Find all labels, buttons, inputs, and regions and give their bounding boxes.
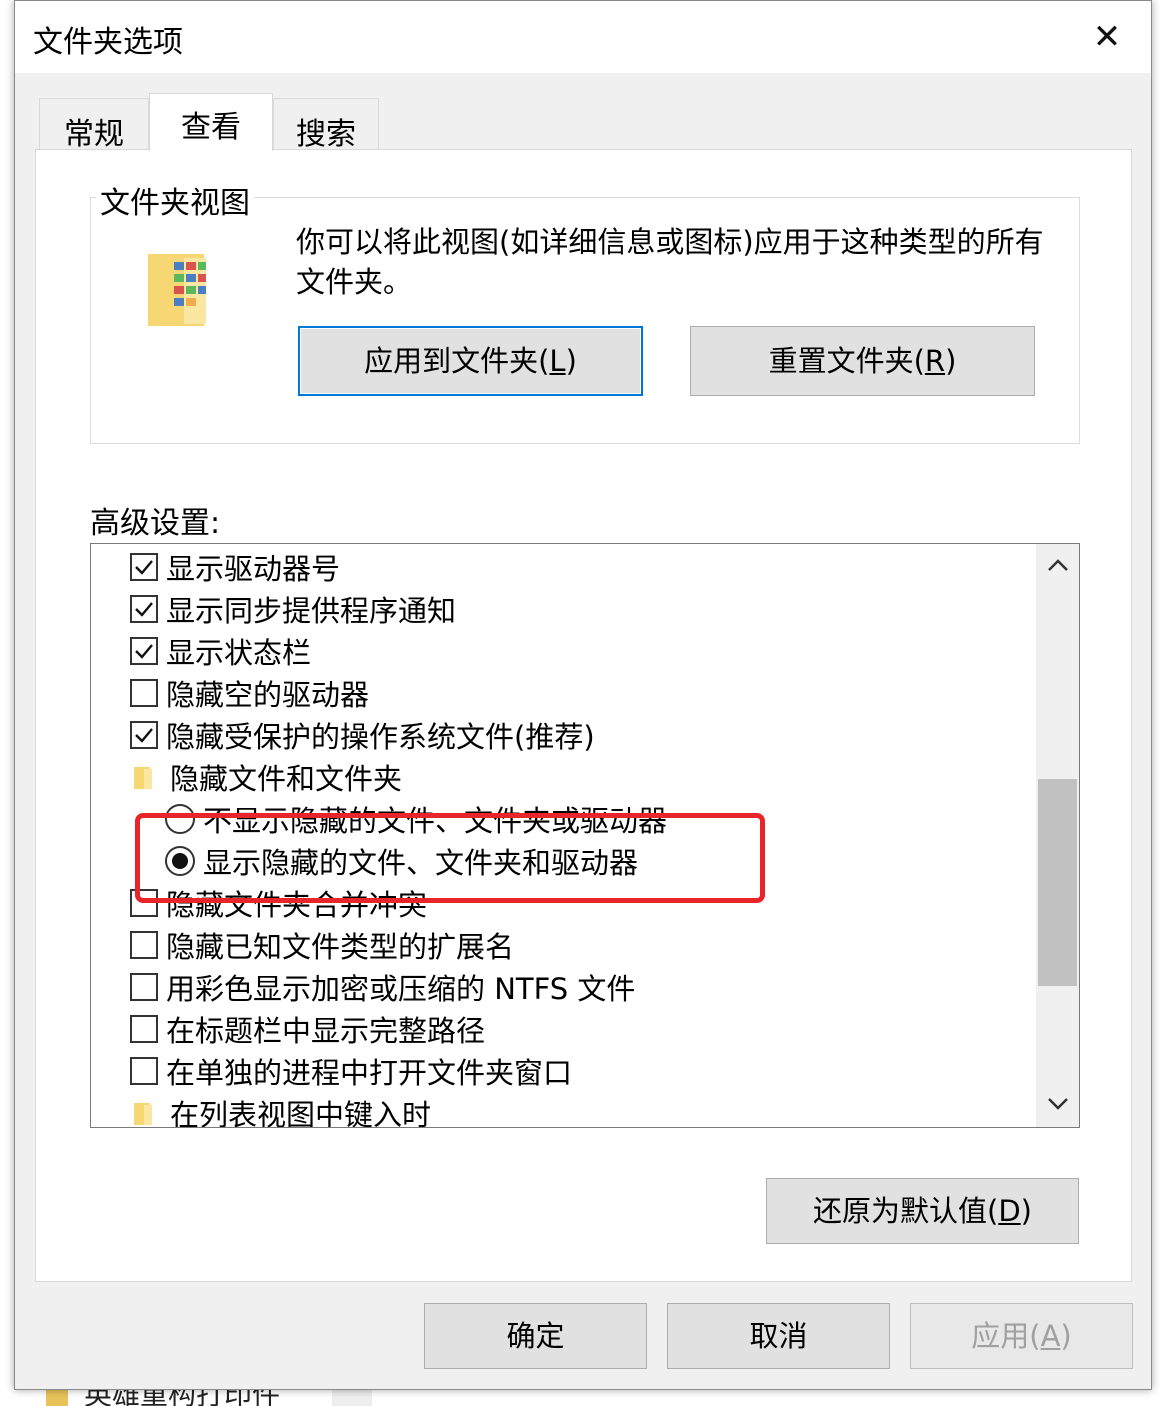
title-bar: 文件夹选项 ✕ [15, 1, 1151, 73]
list-item-label: 隐藏文件夹合并冲突 [166, 888, 428, 922]
list-item[interactable]: 隐藏受保护的操作系统文件(推荐) [130, 714, 595, 756]
list-item-label: 隐藏受保护的操作系统文件(推荐) [166, 720, 595, 754]
scroll-down-icon[interactable] [1036, 1083, 1079, 1127]
list-item-group: 隐藏文件和文件夹 [130, 756, 402, 798]
folder-views-description: 你可以将此视图(如详细信息或图标)应用于这种类型的所有文件夹。 [296, 225, 1044, 299]
list-item-label: 隐藏空的驱动器 [166, 678, 370, 712]
list-item[interactable]: 显示隐藏的文件、文件夹和驱动器 [165, 840, 638, 882]
list-item[interactable]: 不显示隐藏的文件、文件夹或驱动器 [165, 798, 667, 840]
cancel-button[interactable]: 取消 [667, 1303, 890, 1369]
tab-view[interactable]: 查看 [149, 93, 273, 151]
list-item[interactable]: 用彩色显示加密或压缩的 NTFS 文件 [130, 966, 635, 1008]
tab-general[interactable]: 常规 [39, 98, 149, 152]
ok-button[interactable]: 确定 [424, 1303, 647, 1369]
checkbox-checked[interactable] [130, 553, 158, 581]
list-item[interactable]: 隐藏已知文件类型的扩展名 [130, 924, 514, 966]
list-item-label: 隐藏文件和文件夹 [170, 762, 403, 796]
dialog-title: 文件夹选项 [33, 25, 183, 60]
view-tab-panel: 文件夹视图 你可以将此视图(如详细信息或图标)应用于这种类型的所有文件夹。 应用… [35, 149, 1132, 1282]
list-item-label: 显示驱动器号 [166, 552, 341, 586]
list-item-label: 在单独的进程中打开文件夹窗口 [166, 1056, 573, 1090]
checkbox-unchecked[interactable] [130, 1015, 158, 1043]
folder-options-dialog: 文件夹选项 ✕ 常规 查看 搜索 文件夹视图 你可以将此视图(如详细信息或图标)… [14, 0, 1152, 1390]
reset-folders-button[interactable]: 重置文件夹(R) [690, 326, 1035, 396]
folder-icon [134, 767, 152, 789]
checkbox-checked[interactable] [130, 721, 158, 749]
list-item-label: 在标题栏中显示完整路径 [166, 1014, 486, 1048]
checkbox-unchecked[interactable] [130, 889, 158, 917]
scrollbar[interactable] [1036, 544, 1079, 1127]
restore-defaults-button[interactable]: 还原为默认值(D) [766, 1178, 1079, 1244]
list-item-label: 显示隐藏的文件、文件夹和驱动器 [203, 846, 639, 880]
list-item[interactable]: 显示状态栏 [130, 630, 311, 672]
tab-search[interactable]: 搜索 [273, 98, 379, 152]
background-window-edge [1150, 0, 1168, 1406]
list-item-label: 不显示隐藏的文件、文件夹或驱动器 [203, 804, 668, 838]
checkbox-checked[interactable] [130, 637, 158, 665]
list-item-label: 隐藏已知文件类型的扩展名 [166, 930, 515, 964]
list-item[interactable]: 隐藏文件夹合并冲突 [130, 882, 427, 924]
checkbox-unchecked[interactable] [130, 679, 158, 707]
list-item[interactable]: 隐藏空的驱动器 [130, 672, 369, 714]
scrollbar-thumb[interactable] [1038, 779, 1077, 986]
folder-views-legend: 文件夹视图 [96, 178, 254, 222]
list-item-label: 用彩色显示加密或压缩的 NTFS 文件 [166, 972, 636, 1006]
list-item-label: 在列表视图中键入时 [170, 1098, 432, 1128]
folder-icon [46, 1389, 68, 1406]
list-item-label: 显示状态栏 [166, 636, 312, 670]
radio-selected[interactable] [165, 846, 195, 876]
checkbox-unchecked[interactable] [130, 931, 158, 959]
close-icon[interactable]: ✕ [1081, 15, 1133, 59]
checkbox-unchecked[interactable] [130, 1057, 158, 1085]
folder-icon [134, 1103, 152, 1125]
radio-unselected[interactable] [165, 804, 195, 834]
list-item-label: 显示同步提供程序通知 [166, 594, 457, 628]
scroll-up-icon[interactable] [1036, 544, 1079, 588]
list-item[interactable]: 显示驱动器号 [130, 546, 340, 588]
list-item[interactable]: 在标题栏中显示完整路径 [130, 1008, 485, 1050]
list-item[interactable]: 显示同步提供程序通知 [130, 588, 456, 630]
folder-views-icon [148, 254, 206, 326]
apply-button[interactable]: 应用(A) [910, 1303, 1133, 1369]
checkbox-checked[interactable] [130, 595, 158, 623]
advanced-settings-list[interactable]: 显示驱动器号 显示同步提供程序通知 显示状态栏 隐藏空的驱动器 隐藏受保护的操作… [90, 543, 1080, 1128]
checkbox-unchecked[interactable] [130, 973, 158, 1001]
apply-to-folders-button[interactable]: 应用到文件夹(L) [298, 326, 643, 396]
list-item[interactable]: 在单独的进程中打开文件夹窗口 [130, 1050, 572, 1092]
advanced-settings-label: 高级设置: [90, 506, 221, 541]
list-item-group: 在列表视图中键入时 [130, 1092, 432, 1128]
